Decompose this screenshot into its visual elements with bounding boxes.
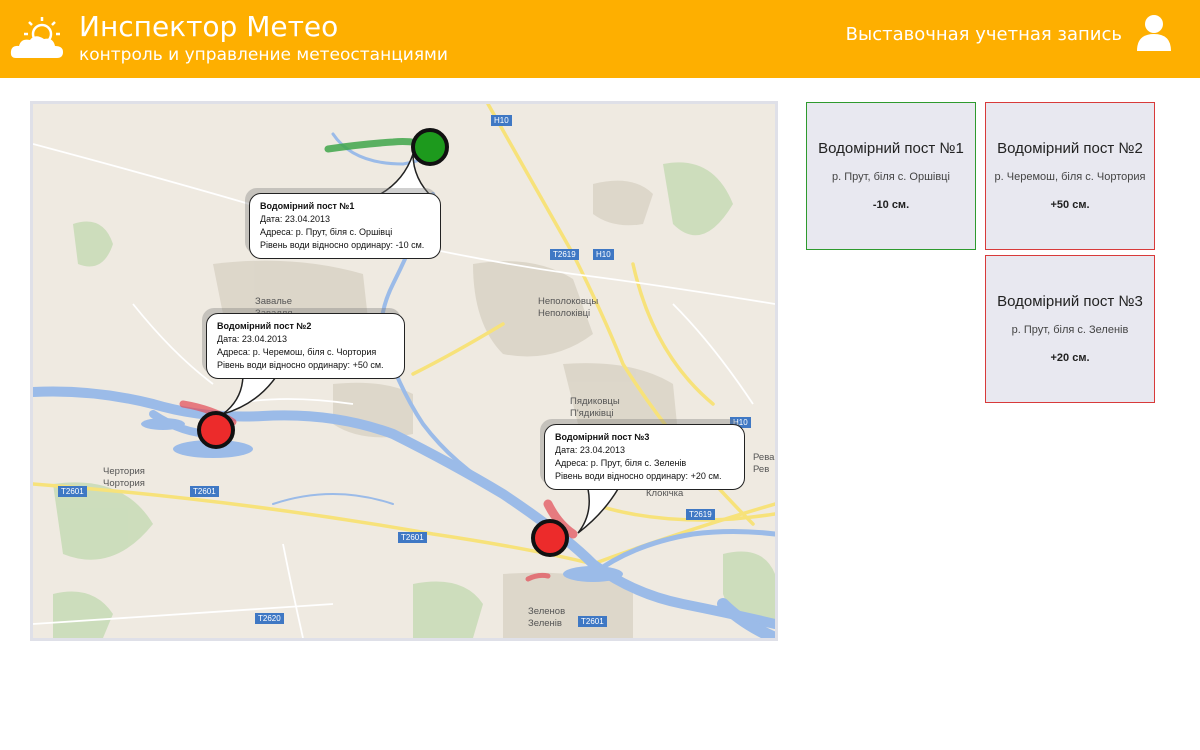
road-label: T2619 xyxy=(686,509,715,520)
station-popup-2: Водомірний пост №2 Дата: 23.04.2013 Адре… xyxy=(206,313,405,379)
app-header: Инспектор Метео контроль и управление ме… xyxy=(0,0,1200,78)
road-label: H10 xyxy=(593,249,614,260)
station-card-1[interactable]: Водомірний пост №1 р. Прут, біля с. Орші… xyxy=(806,102,976,250)
road-label: T2619 xyxy=(550,249,579,260)
map-view[interactable]: H10 H10 T2619 T2619 T2601 T2601 T2601 T2… xyxy=(33,104,775,638)
user-icon[interactable] xyxy=(1134,12,1174,52)
popup-tail xyxy=(577,489,619,534)
card-value: +20 см. xyxy=(1050,352,1090,364)
card-value: +50 см. xyxy=(1050,199,1090,211)
account-name-link[interactable]: Выставочная учетная запись xyxy=(846,23,1122,47)
place-label: Зеленов Зеленів xyxy=(528,606,566,629)
card-address: р. Прут, біля с. Оршівці xyxy=(832,171,950,183)
card-address: р. Прут, біля с. Зеленів xyxy=(1011,324,1129,336)
place-label: Чертория Чортория xyxy=(103,466,145,489)
road-label: T2601 xyxy=(578,616,607,627)
cloud-sun-icon xyxy=(10,17,63,58)
station-popup-3: Водомірний пост №3 Дата: 23.04.2013 Адре… xyxy=(544,424,745,490)
station-marker-1[interactable] xyxy=(411,128,449,166)
road-label: T2601 xyxy=(398,532,427,543)
road-label: T2620 xyxy=(255,613,284,624)
card-value: -10 см. xyxy=(872,199,910,211)
card-title: Водомірний пост №1 xyxy=(818,140,964,157)
map-frame: H10 H10 T2619 T2619 T2601 T2601 T2601 T2… xyxy=(30,101,778,641)
place-label: Пядиковцы П'ядиківці xyxy=(570,396,620,419)
app-subtitle: контроль и управление метеостанциями xyxy=(79,45,448,65)
station-marker-3[interactable] xyxy=(531,519,569,557)
station-card-2[interactable]: Водомірний пост №2 р. Черемош, біля с. Ч… xyxy=(985,102,1155,250)
card-title: Водомірний пост №3 xyxy=(997,293,1143,310)
station-card-3[interactable]: Водомірний пост №3 р. Прут, біля с. Зеле… xyxy=(985,255,1155,403)
place-label: Неполоковцы Неполоківці xyxy=(538,296,599,319)
app-title: Инспектор Метео xyxy=(79,10,339,43)
road-label: T2601 xyxy=(58,486,87,497)
road-label: H10 xyxy=(491,115,512,126)
card-address: р. Черемош, біля с. Чортория xyxy=(994,171,1146,183)
road-label: T2601 xyxy=(190,486,219,497)
station-popup-1: Водомірний пост №1 Дата: 23.04.2013 Адре… xyxy=(249,193,441,259)
popup-tail xyxy=(223,374,279,415)
card-title: Водомірний пост №2 xyxy=(997,140,1143,157)
station-marker-2[interactable] xyxy=(197,411,235,449)
place-label: РевакРев xyxy=(753,452,775,475)
